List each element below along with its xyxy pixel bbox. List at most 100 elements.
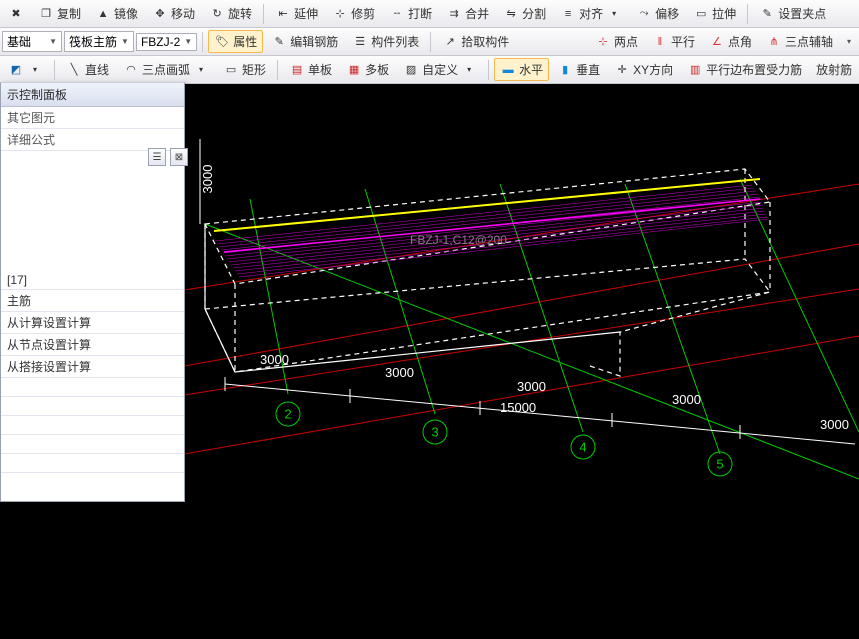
dim-text: 3000 <box>820 417 849 432</box>
lbl: 偏移 <box>655 5 679 22</box>
custom-icon: ▨ <box>403 62 419 78</box>
chevron-down-icon: ▼ <box>184 37 192 46</box>
btn-three-aux[interactable]: ⋔三点辅轴 <box>760 30 839 53</box>
panel-row[interactable]: 从计算设置计算 <box>1 312 184 334</box>
btn-radial-rebar[interactable]: 放射筋▾ <box>810 58 859 81</box>
break-icon: ╌ <box>389 6 405 22</box>
svg-text:5: 5 <box>716 456 723 471</box>
separator <box>263 4 264 24</box>
panel-row[interactable] <box>1 397 184 416</box>
two-point-icon: ⊹ <box>595 34 611 50</box>
btn-rotate[interactable]: ↻旋转 <box>203 2 258 25</box>
dd-fbzj[interactable]: 筏板主筋▼ <box>64 31 134 52</box>
display-control-panel[interactable]: 示控制面板 其它图元 详细公式 [17] 主筋 从计算设置计算 从节点设置计算 … <box>0 82 185 502</box>
panel-row[interactable]: 从搭接设置计算 <box>1 356 184 378</box>
btn-align[interactable]: ≡对齐▾ <box>554 2 628 25</box>
btn-component-list[interactable]: ☰构件列表 <box>346 30 425 53</box>
dim-vertical: 3000 <box>200 139 215 224</box>
btn-extend[interactable]: ⇤延伸 <box>269 2 324 25</box>
btn-prev-tool[interactable]: ◩▾ <box>2 59 49 81</box>
parallel-icon: ‖ <box>652 34 668 50</box>
lbl: 设置夹点 <box>778 5 826 22</box>
chevron-down-icon: ▾ <box>855 62 859 78</box>
btn-stretch[interactable]: ▭拉伸 <box>687 2 742 25</box>
btn-arc3[interactable]: ◠三点画弧▾ <box>117 58 215 81</box>
lbl: 三点辅轴 <box>785 33 833 50</box>
mirror-icon: ▲ <box>95 6 111 22</box>
copy-icon: ❐ <box>38 6 54 22</box>
btn-merge[interactable]: ⇉合并 <box>440 2 495 25</box>
extend-icon: ⇤ <box>275 6 291 22</box>
dd-fbzj-item[interactable]: FBZJ-2▼ <box>136 33 197 51</box>
separator <box>202 32 203 52</box>
svg-text:3000: 3000 <box>200 165 215 194</box>
btn-edge-rebar[interactable]: ▥平行边布置受力筋 <box>681 58 808 81</box>
lbl: 平行 <box>671 33 695 50</box>
setpoint-icon: ✎ <box>759 6 775 22</box>
btn-pick-component[interactable]: ↗拾取构件 <box>436 30 515 53</box>
btn-vertical[interactable]: ▮垂直 <box>551 58 606 81</box>
move-icon: ✥ <box>152 6 168 22</box>
btn-break[interactable]: ╌打断 <box>383 2 438 25</box>
delete-icon: ✖ <box>8 6 24 22</box>
lbl: 单板 <box>308 61 332 78</box>
btn-edit-rebar[interactable]: ✎编辑钢筋 <box>265 30 344 53</box>
multi-slab-icon: ▦ <box>346 62 362 78</box>
panel-row[interactable] <box>1 378 184 397</box>
btn-copy[interactable]: ❐复制 <box>32 2 87 25</box>
btn-delete-prefix[interactable]: ✖ <box>2 3 30 25</box>
lbl: 构件列表 <box>371 33 419 50</box>
panel-list[interactable]: 其它图元 详细公式 [17] 主筋 从计算设置计算 从节点设置计算 从搭接设置计… <box>1 107 184 501</box>
lbl: 复制 <box>57 5 81 22</box>
dim-text: 3000 <box>672 392 701 407</box>
dd-base[interactable]: 基础▼ <box>2 31 62 52</box>
btn-single-slab[interactable]: ▤单板 <box>283 58 338 81</box>
chevron-down-icon: ▾ <box>193 62 209 78</box>
panel-close-button[interactable]: ⊠ <box>170 148 188 166</box>
btn-offset[interactable]: ⤳偏移 <box>630 2 685 25</box>
panel-menu-button[interactable]: ☰ <box>148 148 166 166</box>
lbl: 拉伸 <box>712 5 736 22</box>
btn-trim[interactable]: ⊹修剪 <box>326 2 381 25</box>
btn-multi-slab[interactable]: ▦多板 <box>340 58 395 81</box>
slab-wireframe <box>205 169 770 376</box>
line-icon: ╲ <box>66 62 82 78</box>
lbl: 点角 <box>728 33 752 50</box>
lbl: 多板 <box>365 61 389 78</box>
btn-split[interactable]: ⇋分割 <box>497 2 552 25</box>
panel-row[interactable]: 其它图元 <box>1 107 184 129</box>
horiz-icon: ▬ <box>500 62 516 78</box>
lbl: 打断 <box>408 5 432 22</box>
panel-row[interactable]: 主筋 <box>1 290 184 312</box>
rebar-icon: ✎ <box>271 34 287 50</box>
btn-rect[interactable]: ▭矩形 <box>217 58 272 81</box>
btn-line[interactable]: ╲直线 <box>60 58 115 81</box>
btn-horizontal[interactable]: ▬水平 <box>494 58 549 81</box>
panel-row[interactable]: [17] <box>1 271 184 290</box>
threeaux-icon: ⋔ <box>766 34 782 50</box>
lbl: 修剪 <box>351 5 375 22</box>
panel-row[interactable]: 从节点设置计算 <box>1 334 184 356</box>
panel-icons: ☰ ⊠ <box>148 148 188 166</box>
chevron-down-icon: ▼ <box>121 37 129 46</box>
btn-xy[interactable]: ✛XY方向 <box>608 58 679 81</box>
btn-move[interactable]: ✥移动 <box>146 2 201 25</box>
pick-icon: ↗ <box>442 34 458 50</box>
btn-properties[interactable]: 🏷属性 <box>208 30 263 53</box>
btn-two-point[interactable]: ⊹两点 <box>589 30 644 53</box>
toolbar-edit: ✖ ❐复制 ▲镜像 ✥移动 ↻旋转 ⇤延伸 ⊹修剪 ╌打断 ⇉合并 ⇋分割 ≡对… <box>0 0 859 28</box>
chevron-down-icon[interactable]: ▾ <box>841 34 857 50</box>
btn-parallel[interactable]: ‖平行 <box>646 30 701 53</box>
btn-setpoint[interactable]: ✎设置夹点 <box>753 2 832 25</box>
lbl: 平行边布置受力筋 <box>706 61 802 78</box>
vert-icon: ▮ <box>557 62 573 78</box>
panel-row[interactable] <box>1 454 184 473</box>
btn-custom[interactable]: ▨自定义▾ <box>397 58 483 81</box>
btn-mirror[interactable]: ▲镜像 <box>89 2 144 25</box>
rebar-grid <box>215 185 768 277</box>
panel-row[interactable] <box>1 416 184 435</box>
panel-row[interactable] <box>1 435 184 454</box>
btn-point-angle[interactable]: ∠点角 <box>703 30 758 53</box>
lbl: 属性 <box>233 33 257 50</box>
separator <box>430 32 431 52</box>
